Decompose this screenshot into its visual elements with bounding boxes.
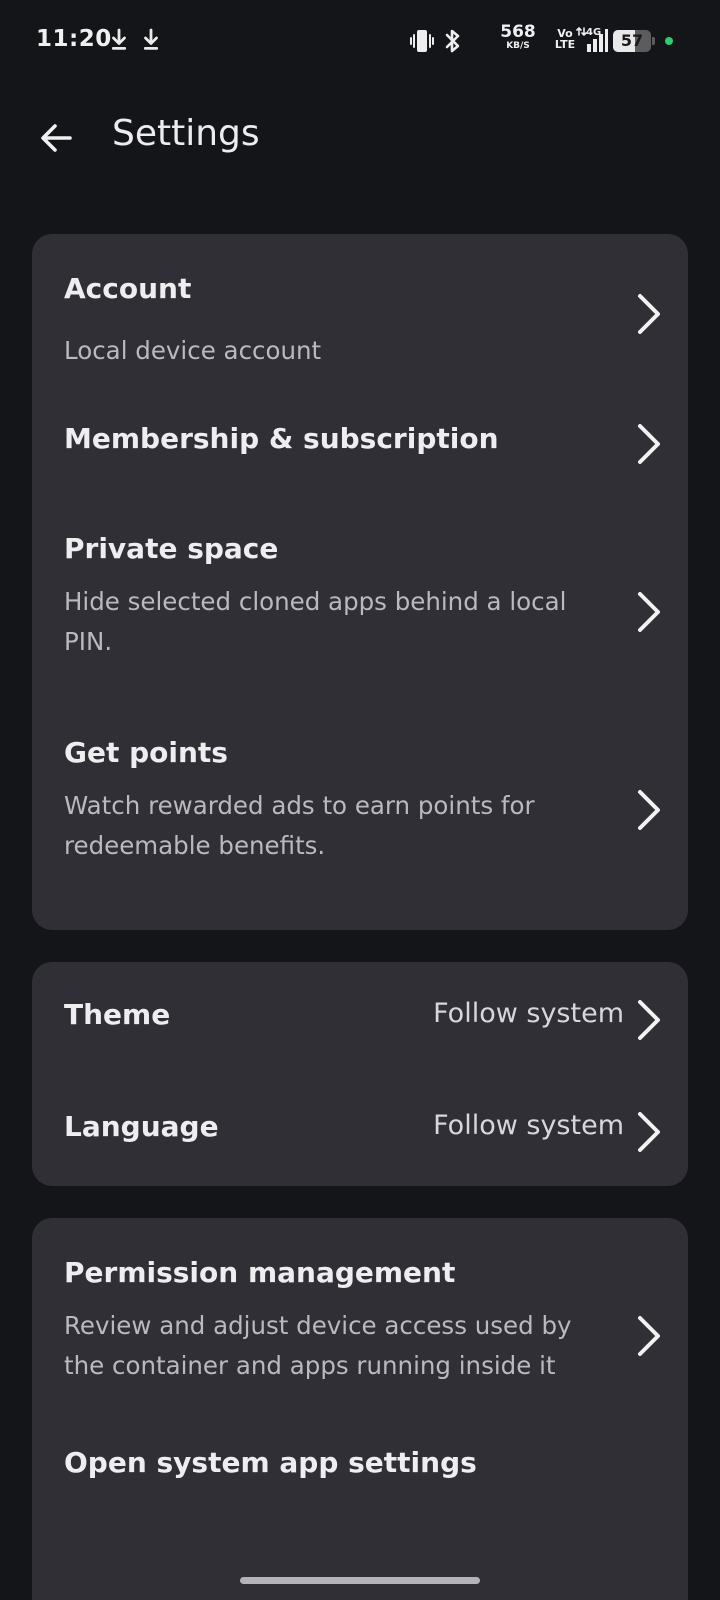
download-icon [112, 28, 126, 50]
app-bar: Settings [0, 96, 720, 180]
language-value: Follow system [433, 1110, 624, 1141]
account-card: Account Local device account Membership … [32, 234, 688, 930]
chevron-right-icon [638, 1316, 660, 1356]
chevron-right-icon [638, 1000, 660, 1040]
theme-title: Theme [64, 998, 171, 1031]
chevron-right-icon [638, 424, 660, 464]
network-speed-value: 568 [500, 22, 536, 42]
account-item[interactable]: Account Local device account [32, 234, 688, 394]
get-points-title: Get points [64, 736, 228, 769]
volte-indicator: Vo LTE [552, 28, 578, 50]
system-app-settings-item[interactable]: Open system app settings [32, 1418, 688, 1528]
bluetooth-icon [445, 29, 460, 53]
download-icon [144, 28, 158, 50]
permission-subtitle: Review and adjust device access used by … [64, 1311, 572, 1380]
chevron-right-icon [638, 790, 660, 830]
signal-icon [576, 26, 608, 52]
theme-item[interactable]: Theme Follow system [32, 962, 688, 1074]
privacy-indicator-dot [665, 37, 673, 45]
vibrate-icon [410, 30, 434, 52]
battery-icon: 57 [613, 30, 655, 52]
status-bar: 11:20 568 KB/S Vo LTE 4G 57 [0, 0, 720, 84]
account-subtitle: Local device account [64, 336, 322, 365]
appearance-card: Theme Follow system Language Follow syst… [32, 962, 688, 1186]
network-speed: 568 KB/S [498, 24, 538, 51]
private-space-title: Private space [64, 532, 279, 565]
theme-value: Follow system [433, 998, 624, 1029]
system-card: Permission management Review and adjust … [32, 1218, 688, 1600]
chevron-right-icon [638, 1112, 660, 1152]
page-title: Settings [112, 113, 260, 154]
settings-screen: 11:20 568 KB/S Vo LTE 4G 57 Settings Acc… [0, 0, 720, 1600]
chevron-right-icon [638, 294, 660, 334]
private-space-subtitle: Hide selected cloned apps behind a local… [64, 587, 567, 656]
battery-level: 57 [620, 31, 644, 50]
arrow-left-icon [41, 124, 72, 152]
back-button[interactable] [28, 110, 84, 166]
private-space-item[interactable]: Private space Hide selected cloned apps … [32, 504, 688, 704]
status-time: 11:20 [36, 26, 112, 52]
network-speed-unit: KB/S [506, 41, 530, 51]
language-item[interactable]: Language Follow system [32, 1074, 688, 1186]
system-app-settings-title: Open system app settings [64, 1446, 477, 1479]
get-points-item[interactable]: Get points Watch rewarded ads to earn po… [32, 712, 688, 930]
language-title: Language [64, 1110, 219, 1143]
account-title: Account [64, 272, 192, 305]
volte-bottom: LTE [554, 38, 576, 51]
permission-title: Permission management [64, 1256, 456, 1289]
home-indicator[interactable] [240, 1577, 480, 1584]
membership-title: Membership & subscription [64, 422, 499, 455]
status-icons: 568 KB/S Vo LTE 4G 57 [400, 0, 720, 84]
get-points-subtitle: Watch rewarded ads to earn points for re… [64, 791, 535, 860]
permission-management-item[interactable]: Permission management Review and adjust … [32, 1218, 688, 1418]
membership-item[interactable]: Membership & subscription [32, 394, 688, 494]
chevron-right-icon [638, 592, 660, 632]
